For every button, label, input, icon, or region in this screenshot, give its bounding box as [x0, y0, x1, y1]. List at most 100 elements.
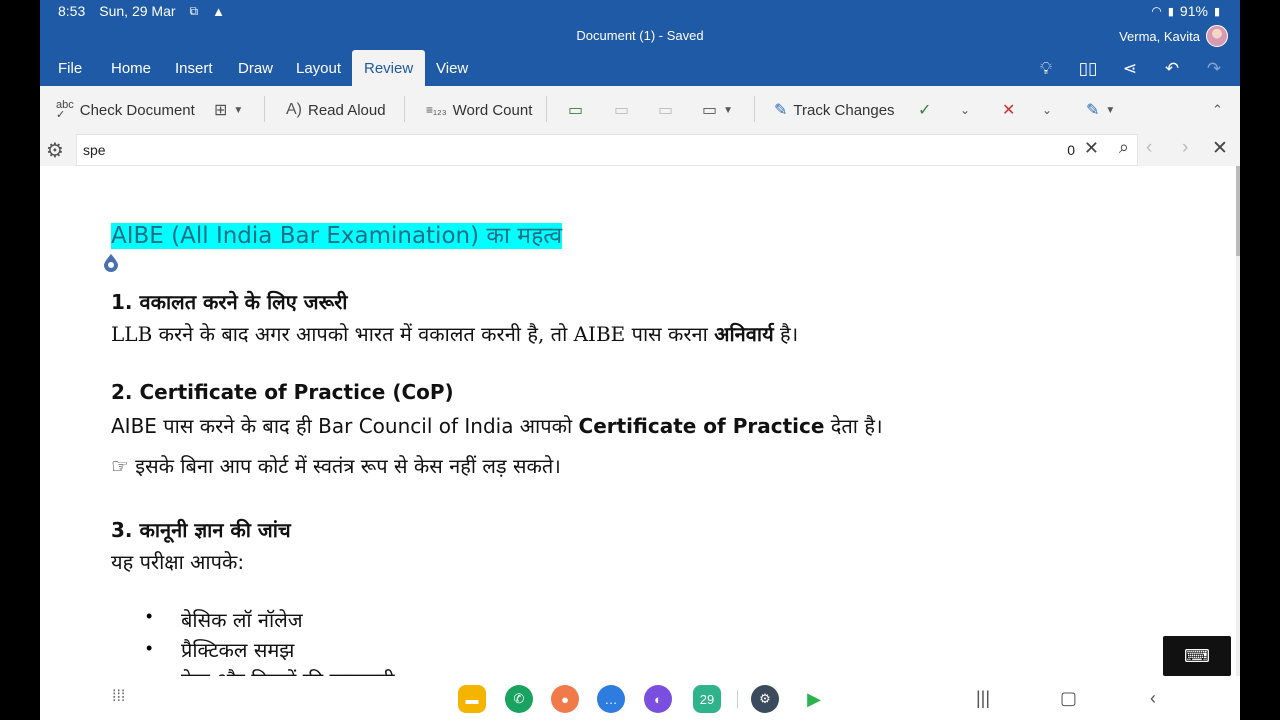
new-comment-button[interactable]: ▭	[568, 98, 583, 122]
date: Sun, 29 Mar	[99, 3, 176, 19]
accept-dropdown[interactable]: ⌄	[960, 98, 970, 122]
s1-tail: है।	[773, 322, 799, 346]
check-document-label: Check Document	[79, 101, 195, 119]
previous-match-icon[interactable]: ‹	[1146, 137, 1152, 159]
previous-comment-icon: ▭	[614, 102, 630, 119]
s1-text: LLB करने के बाद अगर आपको भारत में वकालत …	[111, 322, 715, 346]
chevron-down-icon: ▼	[233, 104, 244, 116]
markup-button[interactable]: ✎ ▼	[1086, 98, 1115, 122]
scrollbar-thumb[interactable]	[1236, 166, 1240, 256]
track-changes-button[interactable]: ✎ Track Changes	[774, 98, 895, 122]
battery-icon: ▮	[1213, 5, 1220, 18]
find-input[interactable]: spe 0 ✕ ⌕	[76, 134, 1138, 166]
find-bar: ⚙ spe 0 ✕ ⌕ ‹ › ✕	[40, 132, 1240, 167]
reject-change-button[interactable]: ✕	[1002, 98, 1015, 122]
tab-draw[interactable]: Draw	[226, 50, 285, 86]
recents-icon[interactable]: |||	[976, 688, 990, 709]
bullet-dot: •	[146, 606, 153, 626]
home-icon[interactable]: ▢	[1060, 688, 1077, 709]
tab-view[interactable]: View	[424, 50, 480, 86]
translate-icon: ⊞	[214, 102, 228, 119]
next-comment-button[interactable]: ▭	[658, 98, 673, 122]
avatar[interactable]	[1206, 25, 1228, 47]
contacts-app-icon[interactable]: ●	[551, 685, 579, 713]
play-store-icon[interactable]: ▶	[800, 685, 828, 713]
new-comment-icon: ▭	[568, 102, 584, 119]
settings-app-icon[interactable]: ⚙	[751, 685, 779, 713]
previous-comment-button[interactable]: ▭	[614, 98, 629, 122]
document-title: Document (1) - Saved	[576, 28, 704, 43]
browser-app-icon[interactable]: ◐	[644, 685, 672, 713]
review-ribbon: abc ✓ Check Document ⊞ ▼ A) Read Aloud ≡₁…	[40, 86, 1240, 133]
screenshot-icon: ⧉	[189, 3, 199, 18]
section-2-title: 2. Certificate of Practice (CoP)	[111, 380, 454, 404]
document-heading[interactable]: AIBE (All India Bar Examination) का महत्…	[111, 218, 563, 250]
undo-icon[interactable]: ↶	[1160, 58, 1184, 80]
read-aloud-button[interactable]: A) Read Aloud	[286, 98, 386, 122]
tab-insert[interactable]: Insert	[163, 50, 225, 86]
book-icon[interactable]: ▯▯	[1076, 58, 1100, 80]
accept-change-button[interactable]: ✓	[918, 98, 931, 122]
next-comment-icon: ▭	[658, 102, 674, 119]
clear-icon[interactable]: ✕	[1084, 138, 1099, 159]
document-canvas[interactable]: AIBE (All India Bar Examination) का महत्…	[40, 166, 1240, 676]
chevron-down-icon: ▼	[1105, 104, 1116, 116]
tab-home[interactable]: Home	[99, 50, 163, 86]
section-1-body: LLB करने के बाद अगर आपको भारत में वकालत …	[111, 320, 798, 347]
markup-icon: ✎	[1086, 102, 1100, 119]
comment-icon: ▭	[702, 102, 718, 119]
system-status-bar: 8:53 Sun, 29 Mar ⧉ ▲ ◠ ▮ 91% ▮	[40, 0, 1240, 22]
word-count-button[interactable]: ≡₁₂₃ Word Count	[426, 98, 532, 122]
list-item: केस और नियमों की जानकारी	[181, 666, 395, 676]
tab-review[interactable]: Review	[352, 50, 426, 86]
calendar-app-icon[interactable]: 29	[693, 685, 721, 713]
section-3-title: 3. कानूनी ज्ञान की जांच	[111, 518, 291, 542]
track-changes-label: Track Changes	[793, 101, 895, 119]
signal-icon: ▮	[1167, 5, 1174, 18]
heading-text: AIBE (All India Bar Examination) का महत्…	[111, 223, 563, 249]
language-button[interactable]: ⊞ ▼	[214, 98, 243, 122]
messages-app-icon[interactable]: …	[597, 685, 625, 713]
back-icon[interactable]: ‹	[1150, 688, 1156, 709]
search-icon[interactable]: ⌕	[1119, 137, 1129, 158]
show-comments-button[interactable]: ▭ ▼	[702, 98, 733, 122]
tab-layout[interactable]: Layout	[284, 50, 353, 86]
section-2-body: AIBE पास करने के बाद ही Bar Council of I…	[111, 412, 883, 439]
warning-icon: ▲	[212, 3, 225, 19]
clock: 8:53	[58, 3, 86, 19]
files-app-icon[interactable]: ▬	[458, 685, 486, 713]
user-name[interactable]: Verma, Kavita	[1119, 29, 1200, 44]
reject-icon: ✕	[1002, 102, 1016, 119]
lightbulb-icon[interactable]: 💡︎	[1034, 58, 1058, 80]
track-changes-icon: ✎	[774, 102, 788, 119]
app-drawer-icon[interactable]: ⁞⁞⁞	[112, 688, 125, 706]
s2-tail: देता है।	[824, 414, 883, 438]
calendar-day: 29	[699, 691, 715, 707]
next-match-icon[interactable]: ›	[1182, 137, 1188, 159]
section-2-note: ☞ इसके बिना आप कोर्ट में स्वतंत्र रूप से…	[111, 454, 561, 478]
android-taskbar: ⁞⁞⁞ ▬ ✆ ● … ◐ 29 ⚙ ▶ ||| ▢ ‹	[40, 676, 1240, 720]
selection-handle[interactable]	[104, 254, 118, 272]
share-icon[interactable]: ⋖	[1118, 58, 1142, 80]
match-count: 0	[1067, 142, 1075, 158]
close-icon[interactable]: ✕	[1212, 137, 1228, 160]
title-bar: Document (1) - Saved Verma, Kavita	[40, 22, 1240, 50]
phone-app-icon[interactable]: ✆	[505, 685, 533, 713]
reject-dropdown[interactable]: ⌄	[1042, 98, 1052, 122]
check-document-button[interactable]: abc ✓ Check Document	[56, 98, 195, 122]
word-count-icon: ≡₁₂₃	[426, 103, 447, 117]
tab-file[interactable]: File	[46, 50, 94, 86]
gear-icon[interactable]: ⚙	[46, 138, 64, 163]
chevron-up-icon: ⌃	[1212, 102, 1223, 117]
redo-icon[interactable]: ↷	[1202, 58, 1226, 80]
word-app-window: 8:53 Sun, 29 Mar ⧉ ▲ ◠ ▮ 91% ▮ Document …	[40, 0, 1240, 720]
read-aloud-icon: A)	[286, 101, 302, 118]
find-query[interactable]: spe	[83, 142, 106, 158]
list-item: प्रैक्टिकल समझ	[181, 638, 295, 662]
s1-bold: अनिवार्य	[714, 322, 774, 346]
chevron-down-icon: ⌄	[1042, 103, 1053, 117]
collapse-ribbon-button[interactable]: ⌃	[1212, 98, 1223, 122]
keyboard-toggle-button[interactable]: ⌨	[1163, 636, 1231, 676]
keyboard-icon: ⌨	[1184, 645, 1210, 666]
section-3-intro: यह परीक्षा आपके:	[111, 550, 245, 574]
